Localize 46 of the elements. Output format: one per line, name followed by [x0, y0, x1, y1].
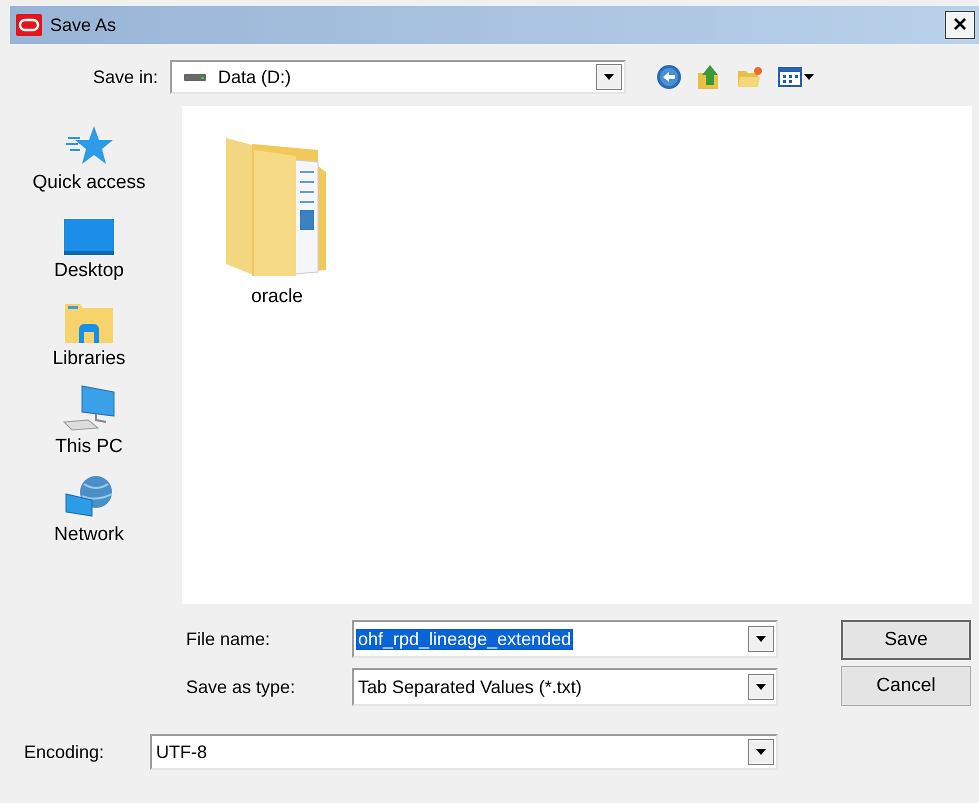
places-label: Libraries: [52, 348, 126, 370]
view-menu-button[interactable]: [778, 67, 814, 87]
save-as-type-value: Tab Separated Values (*.txt): [357, 676, 583, 698]
cancel-button[interactable]: Cancel: [841, 666, 971, 706]
encoding-value: UTF-8: [155, 742, 208, 762]
save-as-type-label: Save as type:: [185, 676, 296, 698]
save-as-type-dropdown[interactable]: Tab Separated Values (*.txt): [352, 668, 778, 706]
encoding-label: Encoding:: [23, 742, 106, 762]
caret-icon: [756, 636, 766, 642]
caret-icon: [804, 74, 814, 80]
file-name-value: ohf_rpd_lineage_extended: [356, 628, 574, 650]
places-item[interactable]: Quick access: [32, 106, 146, 194]
app-logo-icon: [16, 14, 42, 36]
places-item[interactable]: Libraries: [52, 282, 126, 370]
grid-icon: [778, 67, 802, 87]
places-label: Network: [54, 524, 124, 546]
caret-icon: [756, 749, 766, 755]
back-icon[interactable]: [656, 64, 682, 90]
folder-item[interactable]: oracle: [222, 136, 332, 308]
places-label: This PC: [55, 436, 123, 458]
places-item[interactable]: Desktop: [54, 194, 124, 282]
drive-icon: [184, 72, 206, 82]
encoding-dropdown[interactable]: UTF-8: [150, 734, 778, 770]
file-name-field[interactable]: ohf_rpd_lineage_extended: [352, 620, 778, 658]
save-in-label: Save in:: [92, 66, 159, 88]
places-label: Quick access: [32, 172, 146, 194]
save-button[interactable]: Save: [841, 620, 971, 660]
caret-icon: [756, 684, 766, 690]
dropdown-button[interactable]: [596, 64, 622, 90]
save-in-value: Data (D:): [217, 66, 292, 88]
file-name-label: File name:: [185, 628, 272, 650]
close-button[interactable]: ×: [945, 11, 975, 39]
dropdown-button[interactable]: [748, 674, 774, 700]
places-label: Desktop: [54, 260, 124, 282]
folder-icon: [64, 302, 114, 344]
places-item[interactable]: This PC: [55, 370, 123, 458]
computer-icon: [62, 384, 116, 432]
save-in-dropdown[interactable]: Data (D:): [170, 60, 626, 94]
desktop-icon: [62, 218, 115, 256]
window-title: Save As: [50, 14, 116, 36]
new-folder-icon[interactable]: [736, 65, 764, 89]
places-item[interactable]: Network: [54, 458, 124, 546]
dropdown-button[interactable]: [748, 739, 774, 765]
dropdown-button[interactable]: [748, 626, 774, 652]
folder-name: oracle: [251, 286, 303, 308]
caret-icon: [604, 74, 614, 80]
